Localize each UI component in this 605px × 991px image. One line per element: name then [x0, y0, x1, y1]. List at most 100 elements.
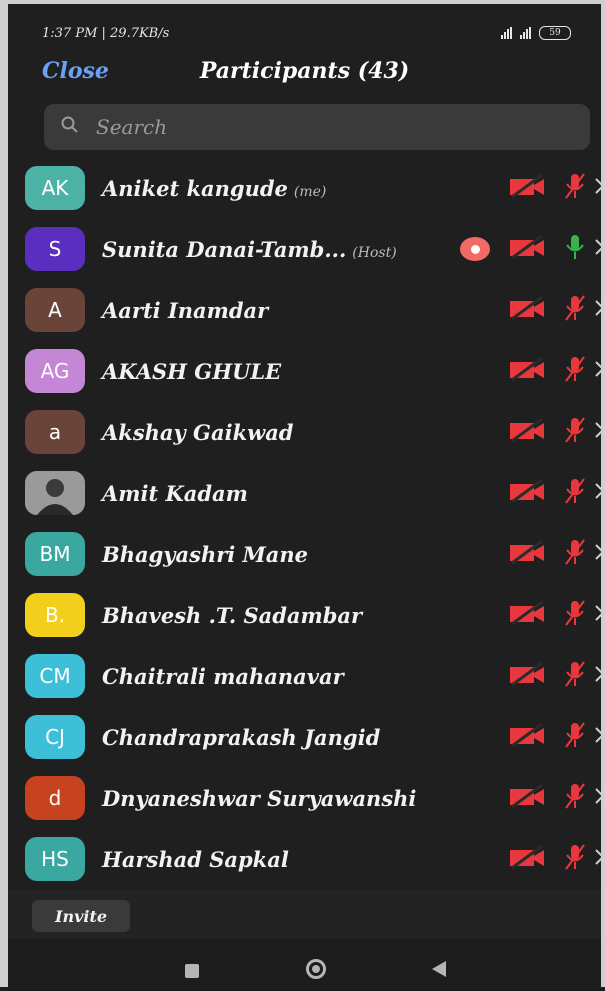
participant-name: Bhagyashri Mane [102, 542, 308, 567]
microphone-muted-icon [563, 781, 587, 815]
participant-name: Aarti Inamdar [102, 298, 268, 323]
avatar-initials: CM [39, 664, 71, 688]
participant-name: Bhavesh .T. Sadambar [102, 603, 362, 628]
video-off-icon [508, 295, 546, 325]
back-button[interactable] [432, 961, 446, 977]
participant-row[interactable]: a Akshay Gaikwad [8, 402, 605, 462]
participant-name-text: Harshad Sapkal [102, 846, 289, 872]
participant-name-text: Bhavesh .T. Sadambar [102, 602, 363, 628]
participant-row[interactable]: AG AKASH GHULE [8, 341, 605, 401]
participant-name: Sunita Danai-Tamb... (Host) [102, 237, 397, 262]
system-nav-bar [8, 940, 601, 991]
avatar: d [25, 776, 85, 820]
participant-name-text: Aarti Inamdar [102, 297, 269, 323]
avatar: B. [25, 593, 85, 637]
chevron-right-icon[interactable] [594, 481, 605, 505]
invite-button[interactable]: Invite [32, 900, 130, 932]
participant-row[interactable]: AK Aniket kangude (me) [8, 158, 605, 218]
signal-icon [520, 27, 531, 39]
chevron-right-icon[interactable] [594, 237, 605, 261]
participant-name: Dnyaneshwar Suryawanshi [102, 786, 416, 811]
video-off-icon [508, 722, 546, 752]
microphone-muted-icon [563, 537, 587, 571]
participant-row[interactable]: CM Chaitrali mahanavar [8, 646, 605, 706]
participant-row[interactable]: HS Harshad Sapkal [8, 829, 605, 889]
participant-name-text: Aniket kangude [102, 175, 288, 201]
microphone-muted-icon [563, 842, 587, 876]
avatar: HS [25, 837, 85, 881]
participant-row[interactable]: Amit Kadam [8, 463, 605, 523]
microphone-on-icon [563, 232, 587, 266]
chevron-right-icon[interactable] [594, 603, 605, 627]
video-off-icon [508, 783, 546, 813]
video-off-icon [508, 478, 546, 508]
app-screen: 1:37 PM | 29.7KB/s 59 Participants (43) … [0, 0, 605, 991]
video-off-icon [508, 356, 546, 386]
status-bar: 1:37 PM | 29.7KB/s 59 [42, 22, 571, 44]
participant-name: Chaitrali mahanavar [102, 664, 344, 689]
chevron-right-icon[interactable] [594, 847, 605, 871]
close-button[interactable]: Close [42, 58, 109, 84]
participant-name-text: Bhagyashri Mane [102, 541, 309, 567]
avatar: AG [25, 349, 85, 393]
avatar-initials: HS [41, 847, 69, 871]
chevron-right-icon[interactable] [594, 420, 605, 444]
chevron-right-icon[interactable] [594, 176, 605, 200]
microphone-muted-icon [563, 293, 587, 327]
avatar: a [25, 410, 85, 454]
header: Participants (43) Close [8, 54, 601, 90]
participant-name-text: Chaitrali mahanavar [102, 663, 344, 689]
avatar-initials: S [48, 237, 62, 261]
video-off-icon [508, 234, 546, 264]
search-input[interactable] [94, 114, 518, 140]
participant-name: Akshay Gaikwad [102, 420, 294, 445]
chevron-right-icon[interactable] [594, 664, 605, 688]
chevron-right-icon[interactable] [594, 542, 605, 566]
search-bar[interactable] [44, 104, 590, 150]
chevron-right-icon[interactable] [594, 298, 605, 322]
participant-row[interactable]: d Dnyaneshwar Suryawanshi [8, 768, 605, 828]
avatar: S [25, 227, 85, 271]
microphone-muted-icon [563, 354, 587, 388]
participant-row[interactable]: BM Bhagyashri Mane [8, 524, 605, 584]
chevron-right-icon[interactable] [594, 786, 605, 810]
avatar: AK [25, 166, 85, 210]
microphone-muted-icon [563, 720, 587, 754]
chevron-right-icon[interactable] [594, 359, 605, 383]
video-off-icon [508, 173, 546, 203]
battery-icon: 59 [539, 26, 571, 40]
participant-name: Harshad Sapkal [102, 847, 289, 872]
recent-apps-button[interactable] [185, 964, 199, 978]
participant-row[interactable]: S Sunita Danai-Tamb... (Host) [8, 219, 605, 279]
status-indicators: 59 [501, 26, 571, 40]
avatar-initials: BM [39, 542, 71, 566]
participant-name-text: Amit Kadam [102, 480, 248, 506]
video-off-icon [508, 844, 546, 874]
avatar-initials: AK [41, 176, 69, 200]
status-time-speed: 1:37 PM | 29.7KB/s [42, 25, 170, 41]
participant-name: Amit Kadam [102, 481, 248, 506]
avatar: CJ [25, 715, 85, 759]
participant-row[interactable]: A Aarti Inamdar [8, 280, 605, 340]
video-off-icon [508, 539, 546, 569]
video-off-icon [508, 600, 546, 630]
participant-name-text: Sunita Danai-Tamb... [102, 236, 347, 262]
microphone-muted-icon [563, 659, 587, 693]
microphone-muted-icon [563, 598, 587, 632]
participant-row[interactable]: B. Bhavesh .T. Sadambar [8, 585, 605, 645]
participant-role-tag: (Host) [352, 244, 397, 261]
microphone-muted-icon [563, 415, 587, 449]
signal-icon [501, 27, 512, 39]
participant-name-text: Akshay Gaikwad [102, 419, 294, 445]
avatar-initials: AG [40, 359, 70, 383]
chevron-right-icon[interactable] [594, 725, 605, 749]
microphone-muted-icon [563, 476, 587, 510]
home-button[interactable] [306, 959, 326, 979]
avatar-initials: a [48, 420, 62, 444]
participant-role-tag: (me) [293, 183, 327, 200]
participant-name-text: Chandraprakash Jangid [102, 724, 381, 750]
microphone-muted-icon [563, 171, 587, 205]
participant-row[interactable]: CJ Chandraprakash Jangid [8, 707, 605, 767]
avatar: BM [25, 532, 85, 576]
search-icon [60, 115, 94, 139]
